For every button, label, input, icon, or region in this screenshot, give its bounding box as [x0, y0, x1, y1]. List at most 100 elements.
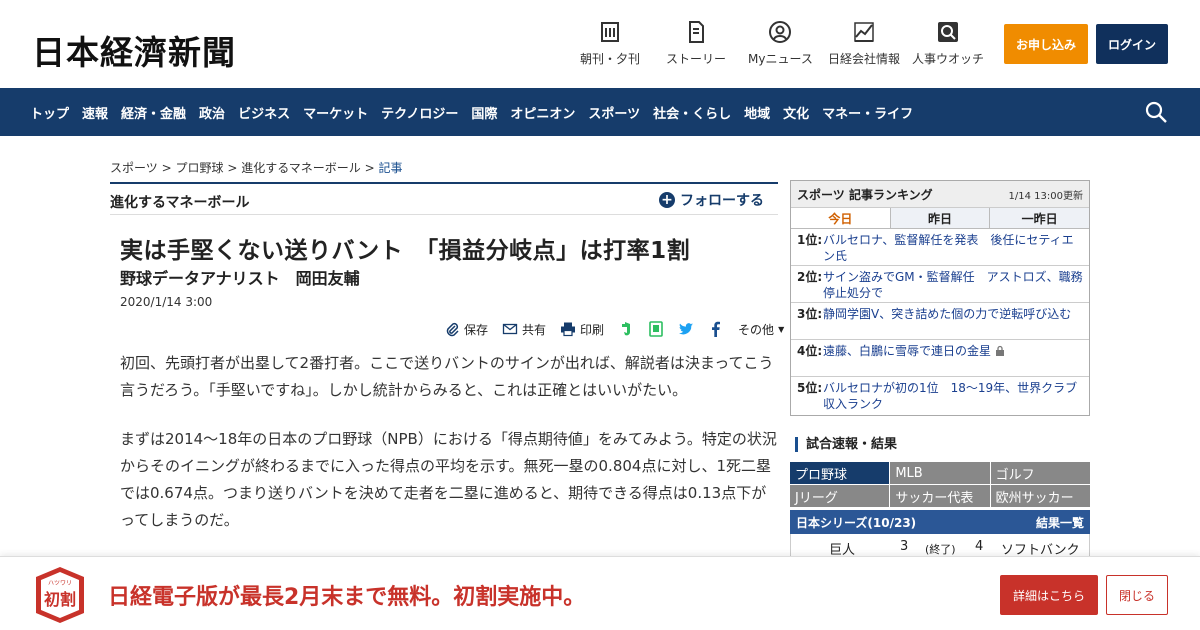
- header-link-company[interactable]: 日経会社情報: [828, 20, 900, 67]
- chart-icon: [854, 22, 874, 42]
- facebook-button[interactable]: [708, 321, 724, 337]
- nav-item[interactable]: オピニオン: [510, 103, 575, 122]
- nav-item[interactable]: 経済・金融: [121, 103, 186, 122]
- tab-yesterday[interactable]: 昨日: [890, 208, 991, 228]
- evernote-button[interactable]: [618, 321, 634, 337]
- clip-button[interactable]: [648, 321, 664, 337]
- score-tab-national-soccer[interactable]: サッカー代表: [890, 485, 990, 507]
- rank-link[interactable]: サイン盗みでGM・監督解任 アストロズ、職務停止処分で: [823, 269, 1083, 300]
- header-link-paper[interactable]: 朝刊・夕刊: [580, 20, 640, 67]
- save-label: 保存: [464, 322, 489, 337]
- nav-item[interactable]: 速報: [82, 103, 108, 122]
- search-icon[interactable]: [1144, 100, 1168, 124]
- rank-link[interactable]: 静岡学園V、突き詰めた個の力で逆転呼び込む: [823, 306, 1071, 336]
- follow-label: フォローする: [680, 193, 764, 209]
- nav-item[interactable]: ビジネス: [238, 103, 290, 122]
- lock-icon: [995, 345, 1004, 356]
- login-button[interactable]: ログイン: [1096, 24, 1168, 64]
- nikkei-logo[interactable]: 日本経濟新聞: [32, 26, 236, 74]
- nav-item[interactable]: 文化: [783, 103, 809, 122]
- main-nav: トップ 速報 経済・金融 政治 ビジネス マーケット テクノロジー 国際 オピニオン スポーツ 社会…: [0, 88, 1200, 136]
- nav-item[interactable]: 政治: [199, 103, 225, 122]
- header-link-story[interactable]: ストーリー: [666, 20, 726, 67]
- series-bar: 進化するマネーボール + フォローする: [110, 182, 778, 215]
- breadcrumb-item[interactable]: 進化するマネーボール: [241, 161, 361, 175]
- breadcrumb: スポーツ > プロ野球 > 進化するマネーボール > 記事: [110, 159, 402, 176]
- rank-link[interactable]: バルセロナが初の1位 18～19年、世界クラブ収入ランク: [823, 380, 1083, 411]
- rank-link[interactable]: バルセロナ、監督解任を発表 後任にセティエン氏: [823, 232, 1083, 263]
- nav-item[interactable]: テクノロジー: [381, 103, 458, 122]
- share-bar: 保存 共有 印刷 その他 ▼: [444, 318, 798, 340]
- promo-banner: ハツワリ 初割 日経電子版が最長2月末まで無料。初割実施中。 詳細はこちら 閉じ…: [0, 556, 1200, 630]
- more-label: その他: [738, 322, 775, 337]
- user-icon: [769, 21, 792, 43]
- evernote-icon: [622, 322, 631, 336]
- printer-icon: [561, 322, 576, 337]
- header-link-label: 朝刊・夕刊: [580, 52, 641, 66]
- score-tab-euro-soccer[interactable]: 欧州サッカー: [990, 485, 1090, 507]
- ranking-updated: 1/14 13:00更新: [1008, 190, 1083, 202]
- breadcrumb-item[interactable]: スポーツ: [110, 161, 158, 175]
- more-share-dropdown[interactable]: その他 ▼: [738, 321, 784, 338]
- print-button[interactable]: 印刷: [560, 321, 604, 338]
- tab-today[interactable]: 今日: [791, 208, 891, 228]
- article-body: 初回、先頭打者が出塁して2番打者。ここで送りバントのサインが出れば、解説者は決ま…: [120, 350, 778, 556]
- game-status: (終了): [925, 543, 956, 556]
- plus-icon: +: [659, 192, 675, 208]
- article-paragraph: 初回、先頭打者が出塁して2番打者。ここで送りバントのサインが出れば、解説者は決ま…: [120, 354, 774, 399]
- paperclip-icon: [446, 322, 459, 337]
- nav-item[interactable]: トップ: [30, 103, 69, 122]
- banner-detail-button[interactable]: 詳細はこちら: [1000, 575, 1098, 615]
- nav-item[interactable]: 地域: [744, 103, 770, 122]
- header-link-jinji[interactable]: 人事ウオッチ: [912, 20, 984, 67]
- header-link-label: ストーリー: [666, 52, 727, 66]
- ranking-header: スポーツ 記事ランキング 1/14 13:00更新: [791, 181, 1089, 208]
- follow-button[interactable]: + フォローする: [659, 190, 764, 210]
- header-link-label: 日経会社情報: [828, 52, 901, 66]
- ranking-item[interactable]: 3位: 静岡学園V、突き詰めた個の力で逆転呼び込む: [791, 303, 1089, 340]
- score-tab-golf[interactable]: ゴルフ: [990, 462, 1090, 484]
- search-person-icon: [938, 22, 958, 42]
- home-score: 3: [900, 539, 909, 554]
- header-link-label: Myニュース: [748, 52, 813, 66]
- header-link-mynews[interactable]: Myニュース: [748, 20, 813, 67]
- breadcrumb-separator: >: [161, 161, 172, 175]
- subscribe-button[interactable]: お申し込み: [1004, 24, 1088, 64]
- score-tab-mlb[interactable]: MLB: [890, 462, 990, 484]
- save-button[interactable]: 保存: [444, 321, 488, 338]
- print-label: 印刷: [580, 322, 605, 337]
- banner-close-button[interactable]: 閉じる: [1106, 575, 1168, 615]
- newspaper-icon: [601, 22, 619, 42]
- nav-item[interactable]: マーケット: [303, 103, 368, 122]
- breadcrumb-separator: >: [364, 161, 375, 175]
- score-category-grid: プロ野球 MLB ゴルフ Jリーグ サッカー代表 欧州サッカー: [790, 462, 1090, 507]
- breadcrumb-current: 記事: [378, 161, 403, 175]
- tab-day-before[interactable]: 一昨日: [990, 208, 1090, 228]
- series-label: 日本シリーズ(10/23): [796, 515, 917, 530]
- twitter-button[interactable]: [678, 321, 694, 337]
- hatsuwari-badge: ハツワリ 初割: [36, 567, 84, 623]
- ranking-item[interactable]: 5位: バルセロナが初の1位 18～19年、世界クラブ収入ランク: [791, 377, 1089, 414]
- rank-link[interactable]: 遠藤、白鵬に雪辱で連日の金星: [823, 343, 1005, 373]
- caret-down-icon: ▼: [778, 324, 785, 334]
- rank-number: 4位:: [797, 344, 823, 358]
- nav-item[interactable]: マネー・ライフ: [822, 103, 913, 122]
- nav-item[interactable]: スポーツ: [588, 103, 640, 122]
- score-tab-npb[interactable]: プロ野球: [790, 462, 890, 484]
- scores-title: 試合速報・結果: [795, 437, 897, 452]
- ranking-item[interactable]: 1位: バルセロナ、監督解任を発表 後任にセティエン氏: [791, 229, 1089, 266]
- share-button[interactable]: 共有: [502, 321, 546, 338]
- rank-number: 2位:: [797, 270, 823, 284]
- score-tab-jleague[interactable]: Jリーグ: [790, 485, 890, 507]
- nav-item[interactable]: 社会・くらし: [653, 103, 731, 122]
- ranking-item[interactable]: 2位: サイン盗みでGM・監督解任 アストロズ、職務停止処分で: [791, 266, 1089, 303]
- rank-number: 1位:: [797, 233, 823, 247]
- game-result-row[interactable]: 巨人 3 (終了) 4 ソフトバンク: [790, 534, 1090, 558]
- rank-number: 3位:: [797, 307, 823, 321]
- document-icon: [689, 21, 704, 43]
- breadcrumb-item[interactable]: プロ野球: [175, 161, 223, 175]
- results-link[interactable]: 結果一覧: [1036, 514, 1084, 531]
- nav-item[interactable]: 国際: [471, 103, 497, 122]
- ranking-item[interactable]: 4位: 遠藤、白鵬に雪辱で連日の金星: [791, 340, 1089, 377]
- series-title[interactable]: 進化するマネーボール: [110, 192, 249, 212]
